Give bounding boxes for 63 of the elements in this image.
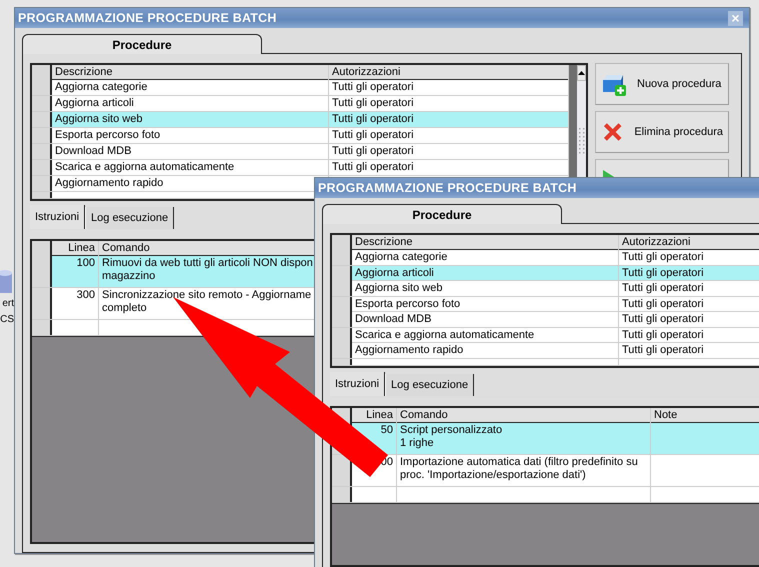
table-row[interactable]: Aggiorna articoli Tutti gli operatori xyxy=(332,266,759,281)
tab[interactable]: Istruzioni xyxy=(30,205,86,229)
table-row[interactable]: Esporta percorso foto Tutti gli operatori xyxy=(332,296,759,312)
table-row[interactable]: Download MDB Tutti gli operatori xyxy=(332,312,759,328)
row-selector[interactable] xyxy=(32,128,52,143)
row-selector[interactable] xyxy=(32,160,52,175)
table-cell: Aggiornamento rapido xyxy=(352,343,619,358)
table-row[interactable]: Esporta percorso foto Tutti gli operatori xyxy=(32,128,569,144)
tab[interactable]: Log esecuzione xyxy=(385,374,474,396)
table-cell: Aggiorna categorie xyxy=(352,250,619,265)
row-selector[interactable] xyxy=(32,320,52,335)
table-cell: Script personalizzato 1 righe xyxy=(397,422,651,454)
table-cell: Tutti gli operatori xyxy=(619,343,759,358)
table-cell: Aggiorna sito web xyxy=(352,281,619,296)
up-arrow-icon xyxy=(578,71,585,75)
icon-label: ert xyxy=(2,297,14,311)
row-selector[interactable] xyxy=(32,96,52,111)
row-selector[interactable] xyxy=(32,144,52,159)
table-cell: Importazione automatica dati (filtro predefinito su proc. 'Importazione/esportazione dati') xyxy=(397,454,651,486)
delete-button[interactable]: Elimina procedura xyxy=(595,111,729,153)
table-row[interactable]: Aggiorna categorie Tutti gli operatori xyxy=(32,80,569,96)
row-selector[interactable] xyxy=(332,296,352,312)
tab[interactable]: Procedure xyxy=(322,204,562,224)
table-row[interactable]: Scarica e aggiorna automaticamente Tutti gli operatori xyxy=(32,160,569,176)
row-selector[interactable] xyxy=(332,454,352,486)
table-row[interactable]: Download MDB Tutti gli operatori xyxy=(32,144,569,160)
row-selector[interactable] xyxy=(332,312,352,327)
row-selector[interactable] xyxy=(32,256,52,287)
new-button[interactable]: Nuova procedura xyxy=(595,63,729,105)
row-selector[interactable] xyxy=(32,176,52,191)
row-selector[interactable] xyxy=(32,80,52,95)
table-cell: Aggiorna sito web xyxy=(52,112,329,127)
row-selector[interactable] xyxy=(32,192,52,198)
table-row[interactable]: Scarica e aggiorna automaticamente Tutti gli operatori xyxy=(332,328,759,343)
row-selector[interactable] xyxy=(32,112,52,127)
table-row[interactable]: Aggiorna articoli Tutti gli operatori xyxy=(32,96,569,112)
table-cell: Scarica e aggiorna automaticamente xyxy=(52,160,329,175)
table-cell: 100 xyxy=(52,256,99,287)
table-cell: Aggiorna articoli xyxy=(52,96,329,111)
row-selector[interactable] xyxy=(332,486,352,502)
table-row[interactable]: Aggiornamento rapido Tutti gli operatori xyxy=(332,343,759,358)
window-title: PROGRAMMAZIONE PROCEDURE BATCH xyxy=(18,11,277,25)
row-selector[interactable] xyxy=(32,288,52,319)
tab[interactable]: Istruzioni xyxy=(330,372,386,396)
table-cell: Download MDB xyxy=(352,312,619,327)
table-row[interactable]: Aggiorna categorie Tutti gli operatori xyxy=(332,250,759,266)
table-cell: Esporta percorso foto xyxy=(52,128,329,143)
database-icon xyxy=(0,270,12,296)
row-selector[interactable] xyxy=(332,266,352,280)
grip-icon xyxy=(578,128,584,156)
row-selector[interactable] xyxy=(332,281,352,296)
row-selector[interactable] xyxy=(332,250,352,265)
icon-label: CS xyxy=(0,313,14,327)
table-cell: Download MDB xyxy=(52,144,329,159)
table-cell: 300 xyxy=(52,288,99,319)
table-cell: Aggiorna categorie xyxy=(52,80,329,95)
tab[interactable]: Log esecuzione xyxy=(85,207,174,229)
box-plus-icon xyxy=(601,72,627,96)
row-selector[interactable] xyxy=(332,328,352,342)
row-selector[interactable] xyxy=(332,343,352,358)
table-row[interactable]: Aggiorna sito web Tutti gli operatori xyxy=(332,281,759,296)
tab[interactable]: Procedure xyxy=(22,34,262,54)
table-row[interactable]: Aggiorna sito web Tutti gli operatori xyxy=(32,112,569,128)
